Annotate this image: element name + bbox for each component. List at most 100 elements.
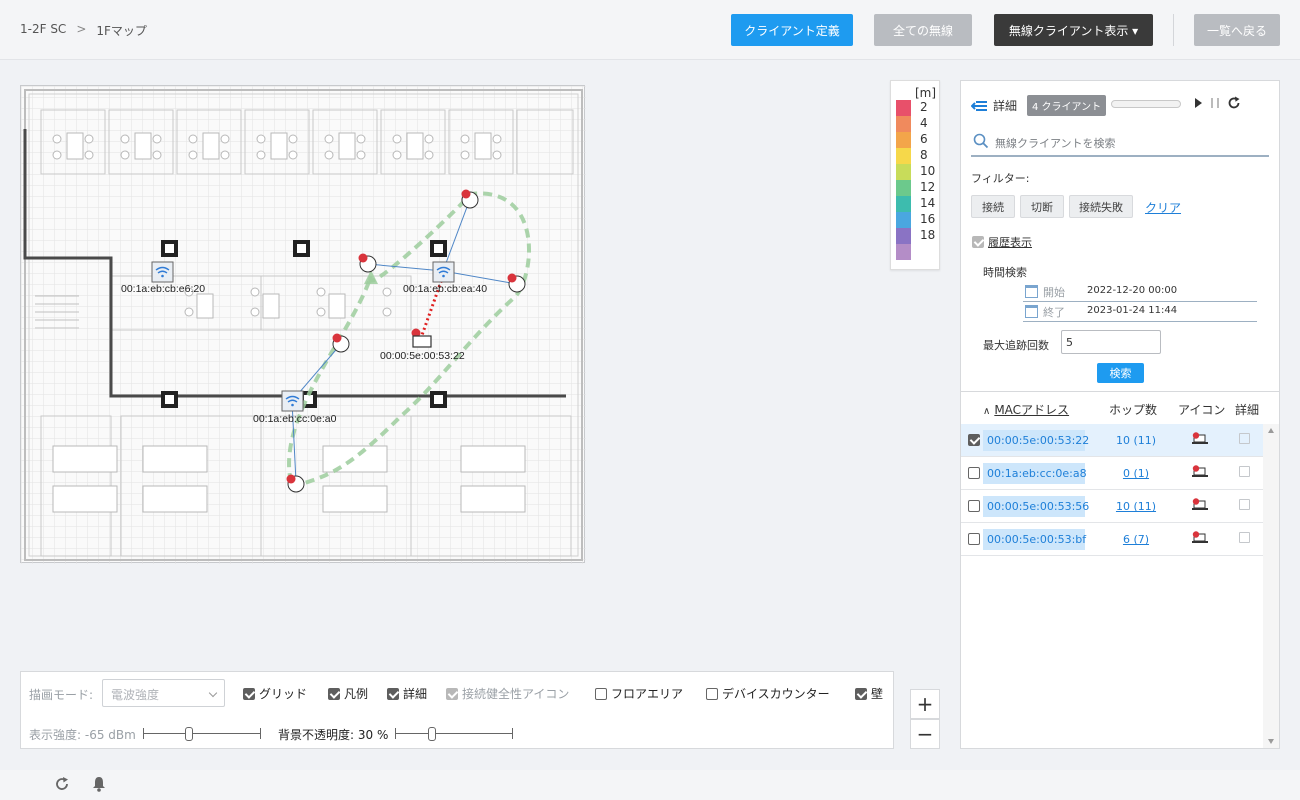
- grid-checkbox[interactable]: [243, 687, 255, 700]
- table-row[interactable]: 00:1a:eb:cc:0e:a8 0 (1): [961, 457, 1263, 490]
- legend-swatch: [896, 180, 911, 196]
- laptop-disconnected-icon: [1192, 498, 1208, 510]
- table-row[interactable]: 00:00:5e:00:53:bf 6 (7): [961, 523, 1263, 556]
- slider-end: [512, 728, 513, 739]
- row-hops[interactable]: 6 (7): [1111, 533, 1161, 546]
- scroll-down-icon[interactable]: [1268, 739, 1274, 744]
- collapse-panel-icon[interactable]: [971, 100, 987, 112]
- floor-area-option[interactable]: フロアエリア: [595, 685, 683, 702]
- legend-row: 6: [896, 132, 936, 148]
- time-search-label: 時間検索: [983, 266, 1027, 279]
- floor-area-checkbox[interactable]: [595, 687, 607, 700]
- device-counter-label: デバイスカウンター: [722, 687, 830, 701]
- opacity-label: 背景不透明度: 30 %: [278, 728, 389, 742]
- scroll-up-icon[interactable]: [1268, 428, 1274, 433]
- playback-progress[interactable]: [1111, 100, 1181, 108]
- table-divider: [961, 391, 1279, 392]
- bell-icon[interactable]: [92, 776, 106, 792]
- row-hops[interactable]: 10 (11): [1111, 434, 1161, 447]
- legend-checkbox[interactable]: [328, 687, 340, 700]
- refresh-icon[interactable]: [54, 776, 70, 792]
- row-checkbox[interactable]: [968, 434, 980, 446]
- detail-label: 詳細: [403, 687, 428, 701]
- define-client-button[interactable]: クライアント定義: [731, 14, 853, 46]
- start-date-field[interactable]: 開始 2022-12-20 00:00: [1023, 282, 1257, 302]
- breadcrumb-root[interactable]: 1-2F SC: [20, 22, 66, 39]
- slider-knob[interactable]: [428, 727, 436, 741]
- wall-checkbox[interactable]: [855, 687, 867, 700]
- laptop-disconnected-icon: [1192, 531, 1208, 543]
- legend-value: 18: [920, 228, 936, 242]
- clear-filter-link[interactable]: クリア: [1145, 199, 1181, 216]
- icon-column-header: アイコン: [1178, 403, 1226, 417]
- filter-disconnected-chip[interactable]: 切断: [1020, 195, 1064, 218]
- legend-label: 凡例: [344, 687, 369, 701]
- external-link-icon[interactable]: [1239, 499, 1250, 510]
- row-checkbox[interactable]: [968, 500, 980, 512]
- floor-plan-canvas[interactable]: 00:1a:eb:cb:e6:20 00:1a:eb:cb:ea:40 00:1…: [21, 86, 586, 564]
- play-icon[interactable]: [1195, 98, 1202, 108]
- opacity-slider[interactable]: [395, 727, 513, 741]
- slider-end: [143, 728, 144, 739]
- row-mac[interactable]: 00:1a:eb:cc:0e:a8: [983, 463, 1087, 484]
- external-link-icon[interactable]: [1239, 433, 1250, 444]
- mac-column-header[interactable]: ∧ MACアドレス: [983, 401, 1069, 418]
- max-trace-label: 最大追跡回数: [983, 339, 1049, 352]
- client-search-input[interactable]: 無線クライアントを検索: [971, 129, 1269, 157]
- floor-map[interactable]: 00:1a:eb:cb:e6:20 00:1a:eb:cb:ea:40 00:1…: [20, 85, 586, 564]
- table-row[interactable]: 00:00:5e:00:53:56 10 (11): [961, 490, 1263, 523]
- slider-knob[interactable]: [185, 727, 193, 741]
- client-label: 00:00:5e:00:53:22: [380, 350, 465, 362]
- search-icon: [973, 133, 989, 149]
- filter-failed-chip[interactable]: 接続失敗: [1069, 195, 1133, 218]
- filter-connected-chip[interactable]: 接続: [971, 195, 1015, 218]
- row-checkbox[interactable]: [968, 467, 980, 479]
- strength-slider[interactable]: [143, 727, 261, 741]
- grid-option[interactable]: グリッド: [243, 685, 307, 702]
- legend-row: 4: [896, 116, 936, 132]
- zoom-in-button[interactable]: +: [910, 689, 940, 719]
- wall-option[interactable]: 壁: [855, 685, 883, 702]
- legend-option[interactable]: 凡例: [328, 685, 368, 702]
- strength-label: 表示強度: -65 dBm: [29, 728, 136, 742]
- legend-swatch: [896, 244, 911, 260]
- client-count-badge: 4 クライアント: [1027, 95, 1107, 116]
- row-mac[interactable]: 00:00:5e:00:53:56: [983, 496, 1089, 517]
- history-toggle[interactable]: 履歴表示: [972, 234, 1032, 250]
- legend-row: 16: [896, 212, 936, 228]
- legend-swatch: [896, 148, 911, 164]
- reload-icon[interactable]: [1227, 96, 1241, 110]
- detail-checkbox[interactable]: [387, 687, 399, 700]
- legend-row: 12: [896, 180, 936, 196]
- end-date-field[interactable]: 終了 2023-01-24 11:44: [1023, 302, 1257, 322]
- floor-area-label: フロアエリア: [611, 687, 684, 701]
- chevron-down-icon: [208, 688, 218, 698]
- row-mac[interactable]: 00:00:5e:00:53:bf: [983, 529, 1086, 550]
- breadcrumb-separator: >: [76, 22, 87, 36]
- table-scrollbar[interactable]: [1263, 424, 1279, 748]
- legend-row: 10: [896, 164, 936, 180]
- slider-track: [143, 733, 261, 734]
- max-trace-input[interactable]: 5: [1061, 330, 1161, 354]
- external-link-icon[interactable]: [1239, 466, 1250, 477]
- row-hops[interactable]: 0 (1): [1111, 467, 1161, 480]
- row-checkbox[interactable]: [968, 533, 980, 545]
- wireless-client-display-dropdown[interactable]: 無線クライアント表示 ▾: [994, 14, 1153, 46]
- breadcrumb: 1-2F SC > 1Fマップ: [20, 22, 147, 39]
- device-counter-option[interactable]: デバイスカウンター: [706, 685, 830, 702]
- history-checkbox[interactable]: [972, 236, 984, 248]
- detail-option[interactable]: 詳細: [387, 685, 427, 702]
- legend-value: 14: [920, 196, 936, 210]
- slider-end: [395, 728, 396, 739]
- ap-label-ea40: 00:1a:eb:cb:ea:40: [403, 283, 487, 295]
- external-link-icon[interactable]: [1239, 532, 1250, 543]
- end-label: 終了: [1043, 306, 1065, 319]
- table-row[interactable]: 00:00:5e:00:53:22 10 (11): [961, 424, 1263, 457]
- row-hops[interactable]: 10 (11): [1111, 500, 1161, 513]
- search-button[interactable]: 検索: [1097, 363, 1144, 383]
- row-mac[interactable]: 00:00:5e:00:53:22: [983, 430, 1089, 451]
- legend-row: 14: [896, 196, 936, 212]
- device-counter-checkbox[interactable]: [706, 687, 718, 700]
- zoom-out-button[interactable]: −: [910, 719, 940, 749]
- draw-mode-label: 描画モード:: [29, 688, 94, 702]
